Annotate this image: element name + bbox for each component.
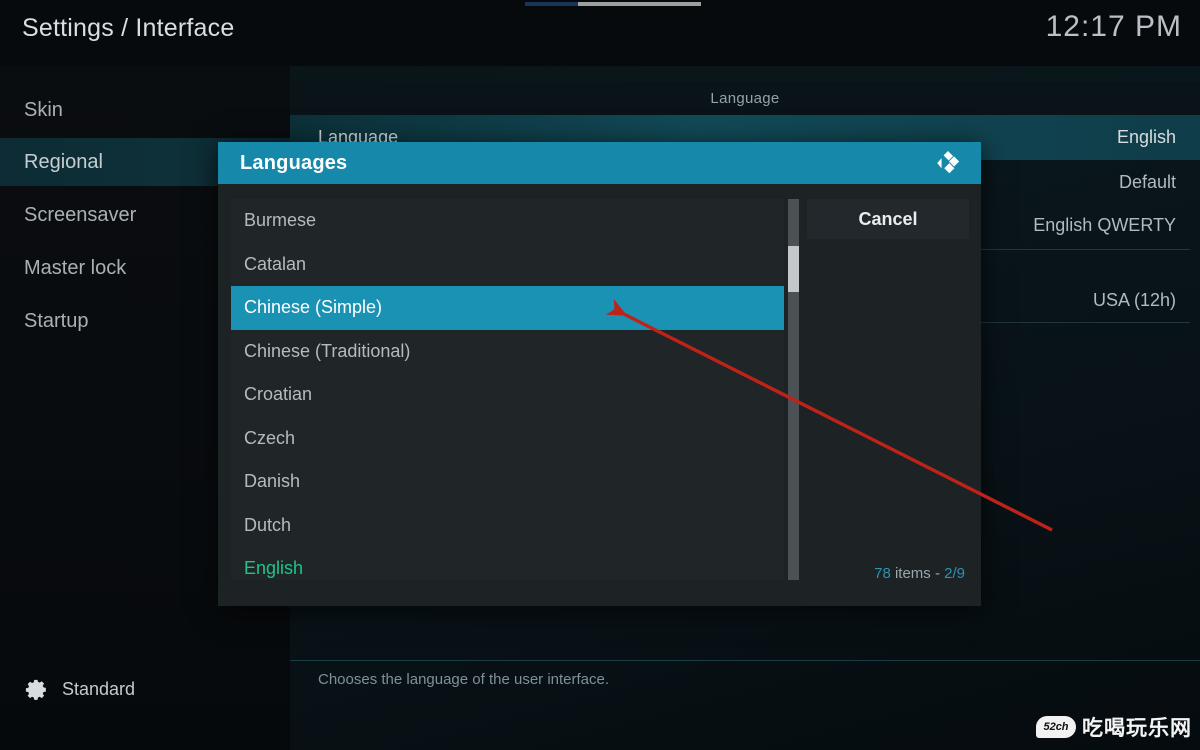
cancel-button[interactable]: Cancel	[807, 199, 969, 239]
section-header-language: Language	[290, 82, 1200, 115]
list-item-label: Catalan	[244, 253, 307, 274]
sidebar-item-label: Regional	[24, 150, 103, 173]
settings-level-button[interactable]: Standard	[24, 677, 135, 702]
setting-description: Chooses the language of the user interfa…	[318, 671, 610, 688]
list-item-label: Croatian	[244, 384, 313, 405]
list-item-label: Burmese	[244, 210, 317, 231]
list-scrollbar[interactable]	[788, 199, 799, 580]
list-item-label: Chinese (Traditional)	[244, 340, 411, 361]
app-root: Settings / Interface 12:17 PM Skin Regio…	[0, 0, 1200, 750]
description-divider	[290, 660, 1200, 661]
list-item-label: Chinese (Simple)	[244, 297, 383, 318]
list-item[interactable]: Dutch	[231, 504, 784, 548]
setting-value: USA (12h)	[1092, 290, 1176, 310]
top-progress-bar[interactable]	[525, 2, 701, 6]
clock-display: 12:17 PM	[1045, 10, 1182, 43]
list-item[interactable]: Catalan	[231, 243, 784, 287]
language-list[interactable]: Burmese Catalan Chinese (Simple) Chinese…	[231, 199, 784, 580]
list-item-current[interactable]: English	[231, 547, 784, 580]
list-item-label: English	[244, 558, 304, 579]
sidebar-item-label: Startup	[24, 309, 89, 332]
list-item[interactable]: Chinese (Traditional)	[231, 330, 784, 374]
watermark-badge: 52ch	[1036, 716, 1076, 738]
watermark-text: 吃喝玩乐网	[1082, 716, 1192, 740]
setting-value: English	[1116, 127, 1176, 147]
sidebar-item-label: Skin	[24, 98, 63, 121]
list-item-label: Dutch	[244, 514, 292, 535]
dialog-body: Burmese Catalan Chinese (Simple) Chinese…	[218, 184, 981, 606]
page-indicator: 2/9	[944, 565, 965, 582]
kodi-logo-icon	[937, 151, 960, 174]
list-item-selected[interactable]: Chinese (Simple)	[231, 286, 784, 330]
page-title: Settings / Interface	[22, 14, 235, 42]
gear-icon	[25, 679, 46, 700]
setting-value: Default	[1118, 172, 1176, 192]
scrollbar-thumb[interactable]	[788, 246, 799, 292]
watermark: 52ch 吃喝玩乐网	[1036, 712, 1192, 742]
sidebar-item-label: Screensaver	[24, 203, 137, 226]
dialog-header: Languages	[218, 142, 981, 184]
items-count-number: 78	[874, 565, 891, 582]
sidebar-item-label: Master lock	[24, 256, 127, 279]
languages-dialog: Languages Burmese Catalan Chinese (Simpl…	[218, 142, 981, 606]
list-item-label: Czech	[244, 427, 296, 448]
dialog-title: Languages	[240, 151, 348, 174]
list-item[interactable]: Czech	[231, 417, 784, 461]
items-label: items -	[890, 565, 945, 582]
list-item[interactable]: Croatian	[231, 373, 784, 417]
list-item[interactable]: Burmese	[231, 199, 784, 243]
list-item-label: Danish	[244, 471, 301, 492]
settings-level-label: Standard	[62, 679, 136, 699]
list-item[interactable]: Danish	[231, 460, 784, 504]
top-progress-fill	[525, 2, 578, 6]
setting-value: English QWERTY	[1033, 215, 1176, 235]
sidebar-item-skin[interactable]: Skin	[0, 86, 290, 134]
items-status: 78 items - 2/9	[874, 565, 965, 582]
